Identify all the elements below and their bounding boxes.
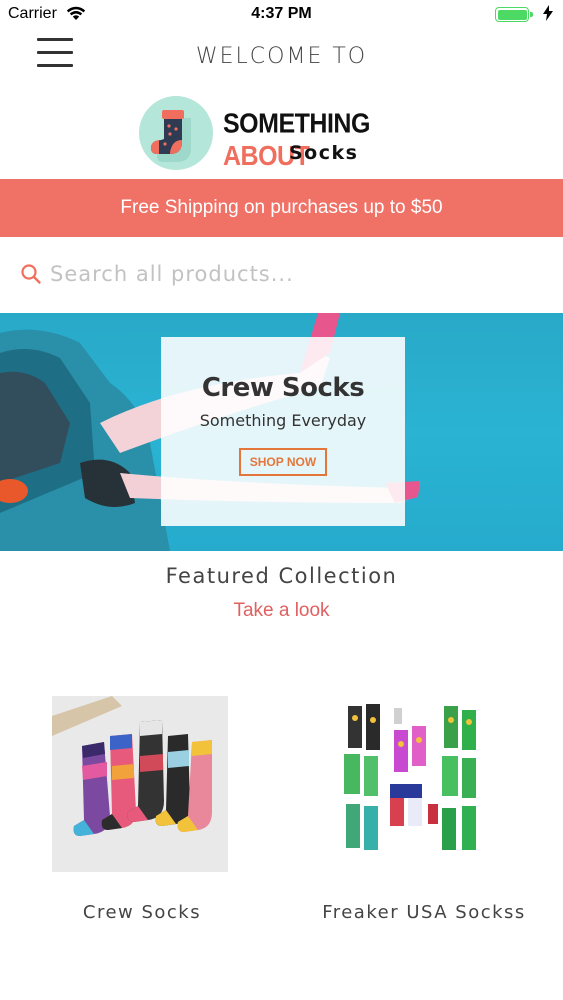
search-bar[interactable]: [18, 252, 548, 296]
shop-now-button[interactable]: SHOP NOW: [238, 448, 328, 476]
hero-title: Crew Socks: [201, 373, 365, 403]
hero-banner[interactable]: Crew Socks Something Everyday SHOP NOW: [0, 313, 563, 551]
welcome-heading: WELCOME TO: [195, 44, 368, 69]
promo-banner[interactable]: Free Shipping on purchases up to $50: [0, 179, 563, 237]
logo-wordmark-sub: Socks: [289, 142, 359, 164]
take-a-look-link[interactable]: Take a look: [0, 600, 563, 622]
product-card-crew-socks[interactable]: Crew Socks: [22, 696, 262, 936]
hero-card: Crew Socks Something Everyday SHOP NOW: [161, 337, 405, 526]
charging-bolt-icon: [543, 5, 553, 21]
product-name[interactable]: Freaker USA Sockss: [304, 902, 544, 923]
product-image-crew-socks[interactable]: [52, 696, 228, 872]
featured-collection-heading: Featured Collection: [165, 564, 398, 588]
battery-level: [497, 9, 527, 20]
battery-icon: [495, 7, 533, 22]
product-image-freaker-usa-sockss[interactable]: [334, 696, 510, 872]
logo-wordmark-dark: SOMETHING: [223, 108, 370, 140]
product-card-freaker-usa-sockss[interactable]: Freaker USA Sockss: [304, 696, 544, 936]
status-bar: Carrier 4:37 PM: [0, 0, 563, 30]
brand-logo[interactable]: SOMETHING ABOUT Socks: [139, 96, 429, 172]
status-time: 4:37 PM: [251, 5, 312, 22]
hero-subtitle: Something Everyday: [199, 411, 367, 430]
product-name[interactable]: Crew Socks: [22, 902, 262, 923]
search-input[interactable]: [50, 256, 540, 292]
search-icon: [21, 264, 41, 284]
sock-logo-icon: [139, 96, 213, 170]
